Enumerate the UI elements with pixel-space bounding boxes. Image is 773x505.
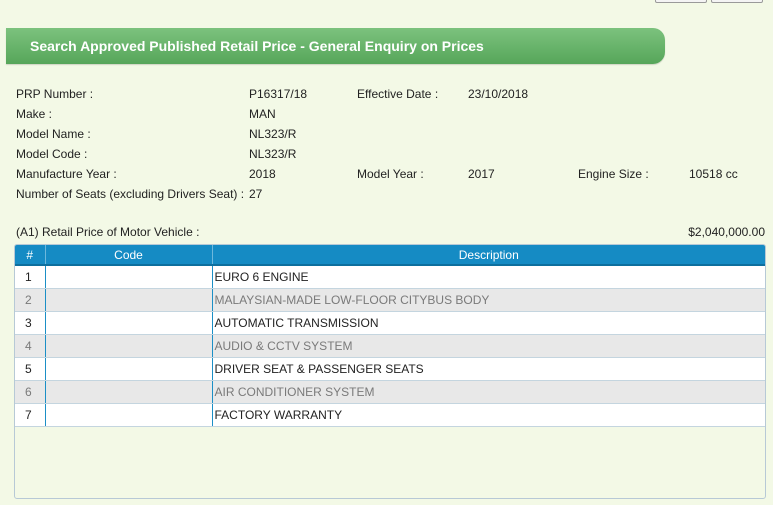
row-number: 7: [15, 403, 46, 427]
column-header-number[interactable]: #: [15, 245, 46, 266]
model-year-value: 2017: [468, 167, 495, 181]
column-header-code[interactable]: Code: [45, 245, 213, 266]
prp-number-value: P16317/18: [249, 87, 308, 101]
retail-price-value: $2,040,000.00: [688, 225, 765, 239]
engine-size-value: 10518 cc: [689, 167, 738, 181]
effective-date-label: Effective Date :: [357, 87, 439, 101]
model-year-label: Model Year :: [357, 167, 424, 181]
make-value: MAN: [249, 107, 276, 121]
row-description: EURO 6 ENGINE: [212, 265, 765, 289]
table-row[interactable]: 2 MALAYSIAN-MADE LOW-FLOOR CITYBUS BODY: [15, 288, 765, 312]
model-name-value: NL323/R: [249, 127, 297, 141]
row-number: 5: [15, 357, 46, 381]
row-number: 2: [15, 288, 46, 312]
make-label: Make :: [16, 107, 53, 121]
column-header-description[interactable]: Description: [212, 245, 765, 266]
page-title: Search Approved Published Retail Price -…: [6, 28, 665, 64]
row-number: 1: [15, 265, 46, 289]
row-code: [45, 288, 213, 312]
top-toolbar-button-2[interactable]: [711, 0, 763, 3]
table-row[interactable]: 5 DRIVER SEAT & PASSENGER SEATS: [15, 357, 765, 381]
top-toolbar-button-1[interactable]: [655, 0, 707, 3]
manufacture-year-label: Manufacture Year :: [16, 167, 117, 181]
model-code-label: Model Code :: [16, 147, 88, 161]
row-code: [45, 357, 213, 381]
retail-price-label: (A1) Retail Price of Motor Vehicle :: [16, 225, 200, 239]
table-row[interactable]: 1 EURO 6 ENGINE: [15, 265, 765, 289]
row-code: [45, 380, 213, 404]
items-panel: # Code Description 1 EURO 6 ENGINE 2 MAL…: [14, 244, 766, 499]
table-header-row: # Code Description: [15, 245, 765, 266]
effective-date-value: 23/10/2018: [468, 87, 529, 101]
table-row[interactable]: 3 AUTOMATIC TRANSMISSION: [15, 311, 765, 335]
row-description: DRIVER SEAT & PASSENGER SEATS: [212, 357, 765, 381]
seats-label: Number of Seats (excluding Drivers Seat)…: [16, 187, 245, 201]
row-number: 3: [15, 311, 46, 335]
table-row[interactable]: 4 AUDIO & CCTV SYSTEM: [15, 334, 765, 358]
prp-number-label: PRP Number :: [16, 87, 94, 101]
row-code: [45, 265, 213, 289]
row-description: AUTOMATIC TRANSMISSION: [212, 311, 765, 335]
seats-value: 27: [249, 187, 263, 201]
row-number: 6: [15, 380, 46, 404]
model-code-value: NL323/R: [249, 147, 297, 161]
table-row[interactable]: 6 AIR CONDITIONER SYSTEM: [15, 380, 765, 404]
row-code: [45, 334, 213, 358]
engine-size-label: Engine Size :: [578, 167, 649, 181]
row-description: MALAYSIAN-MADE LOW-FLOOR CITYBUS BODY: [212, 288, 765, 312]
row-description: AUDIO & CCTV SYSTEM: [212, 334, 765, 358]
table-row[interactable]: 7 FACTORY WARRANTY: [15, 403, 765, 427]
row-description: FACTORY WARRANTY: [212, 403, 765, 427]
items-table: # Code Description 1 EURO 6 ENGINE 2 MAL…: [15, 245, 765, 427]
row-code: [45, 403, 213, 427]
manufacture-year-value: 2018: [249, 167, 276, 181]
row-number: 4: [15, 334, 46, 358]
model-name-label: Model Name :: [16, 127, 91, 141]
row-description: AIR CONDITIONER SYSTEM: [212, 380, 765, 404]
row-code: [45, 311, 213, 335]
